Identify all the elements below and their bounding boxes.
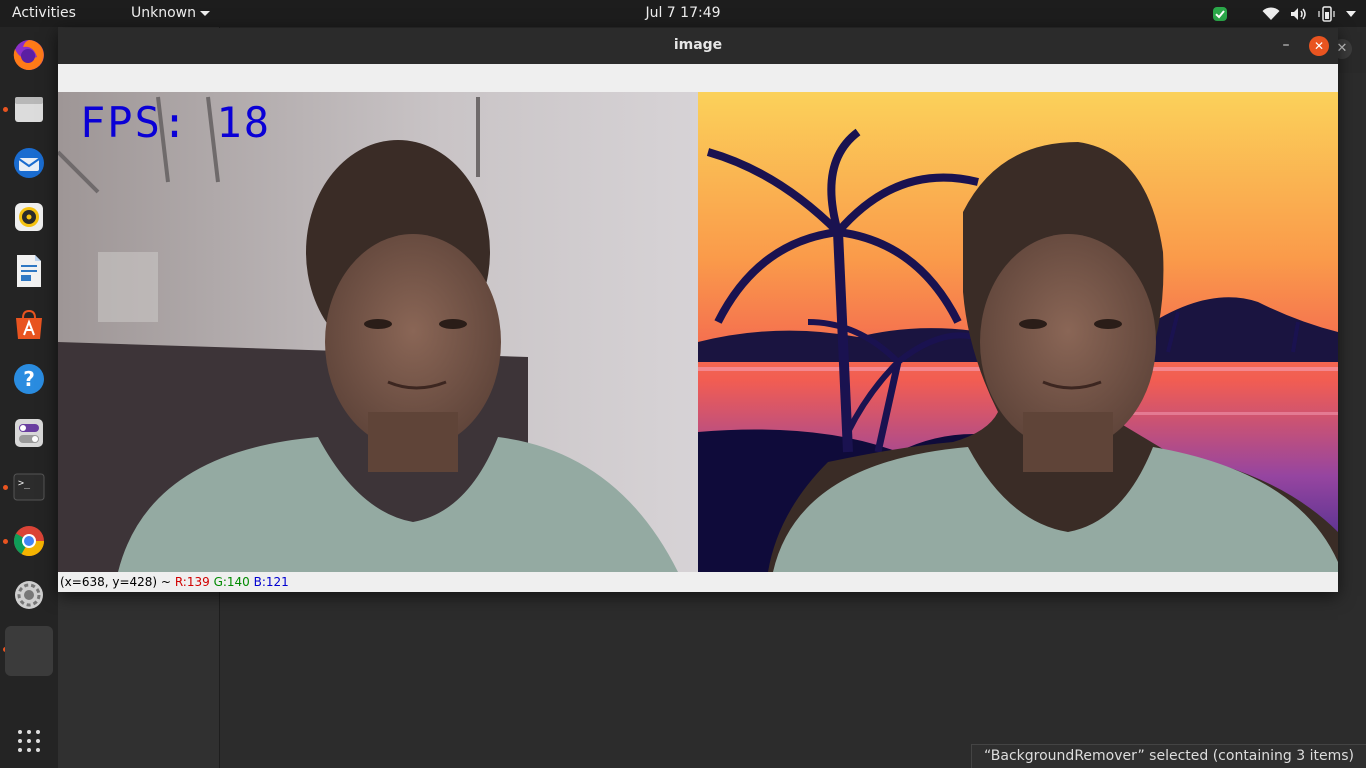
minimize-button[interactable]: – (1276, 36, 1296, 56)
svg-text:>_: >_ (18, 478, 31, 489)
help-icon: ? (14, 364, 44, 394)
pixel-blue-value: B:121 (253, 575, 289, 589)
battery-icon[interactable] (1318, 6, 1336, 22)
app-menu-label: Unknown (131, 5, 196, 21)
dock-item-help[interactable]: ? (5, 355, 53, 403)
dock-item-firefox[interactable] (5, 31, 53, 79)
files-icon (15, 97, 43, 122)
dock-item-tweaks[interactable] (5, 409, 53, 457)
dock-item-terminal[interactable]: >_ (5, 463, 53, 511)
image-window[interactable]: image – ✕ FPS: 18 (x=638, y=428) ~ R:139… (58, 28, 1338, 592)
top-bar: Activities Unknown Jul 7 17:49 (0, 0, 1366, 27)
thunderbird-icon (14, 148, 44, 178)
wifi-icon[interactable] (1262, 7, 1280, 21)
dock-item-software[interactable] (5, 301, 53, 349)
dock-item-thunderbird[interactable] (5, 139, 53, 187)
update-check-icon[interactable] (1212, 6, 1228, 22)
chrome-icon (13, 526, 45, 557)
original-frame: FPS: 18 (58, 92, 698, 572)
image-canvas[interactable]: FPS: 18 (58, 92, 1338, 572)
pixel-green-value: G:140 (213, 575, 250, 589)
pixel-red-value: R:139 (174, 575, 210, 589)
window-toolbar (58, 64, 1338, 92)
system-menu-caret-icon[interactable] (1346, 10, 1356, 18)
software-store-icon (16, 309, 42, 339)
dock-item-image-window[interactable] (5, 626, 53, 676)
dock-item-rhythmbox[interactable] (5, 193, 53, 241)
show-applications-button[interactable] (5, 717, 53, 765)
settings-gear-icon (15, 581, 43, 609)
dock: ? >_ (0, 27, 58, 768)
dock-item-files[interactable] (5, 85, 53, 133)
dock-item-settings[interactable] (5, 571, 53, 619)
pixel-status-bar: (x=638, y=428) ~ R:139 G:140 B:121 (58, 572, 1338, 592)
fps-counter: FPS: 18 (80, 98, 272, 147)
cursor-coordinates: (x=638, y=428) ~ (60, 575, 171, 589)
dock-item-writer[interactable] (5, 247, 53, 295)
rhythmbox-icon (15, 203, 43, 231)
tweaks-icon (15, 419, 43, 447)
show-applications-icon (18, 730, 40, 752)
dock-item-chrome[interactable] (5, 517, 53, 565)
window-title: image (673, 37, 723, 53)
writer-icon (17, 255, 41, 287)
close-button[interactable]: ✕ (1309, 36, 1329, 56)
selection-status: “BackgroundRemover” selected (containing… (970, 744, 1366, 768)
terminal-icon: >_ (13, 473, 45, 501)
app-menu[interactable]: Unknown (131, 5, 210, 21)
composited-frame (698, 92, 1338, 572)
system-tray[interactable] (1212, 4, 1356, 24)
svg-text:?: ? (23, 367, 35, 391)
chevron-down-icon (200, 10, 210, 16)
firefox-icon (13, 40, 44, 70)
clock-label[interactable]: Jul 7 17:49 (645, 5, 720, 21)
activities-button[interactable]: Activities (12, 5, 76, 21)
window-titlebar[interactable]: image – ✕ (58, 28, 1338, 64)
volume-icon[interactable] (1290, 7, 1308, 21)
